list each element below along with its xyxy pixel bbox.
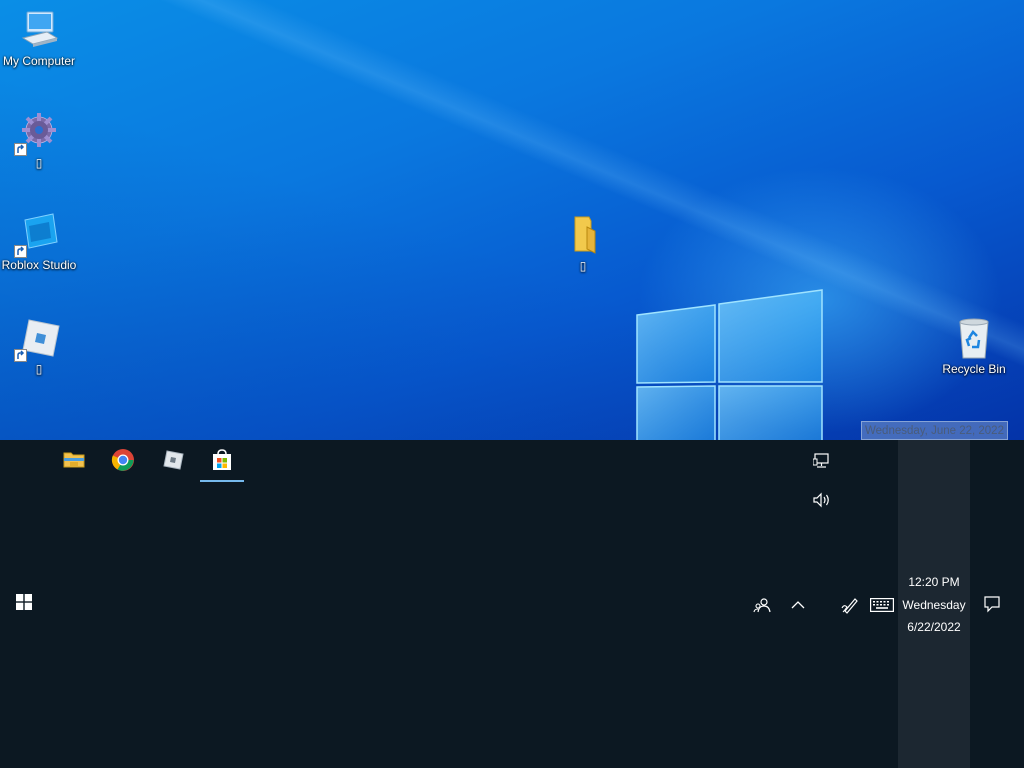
shortcut-arrow-icon	[14, 349, 27, 362]
clock-day: Wednesday	[902, 598, 966, 612]
clock-date: 6/22/2022	[907, 620, 961, 634]
desktop-icon-label: ▯	[579, 259, 587, 273]
volume-icon[interactable]	[806, 489, 838, 511]
network-icon[interactable]	[806, 450, 838, 472]
clock-button[interactable]: 12:20 PM Wednesday 6/22/2022	[898, 440, 970, 768]
folder-icon	[561, 213, 605, 257]
start-button[interactable]	[0, 580, 48, 628]
shortcut-arrow-icon	[14, 245, 27, 258]
taskbar-app-chrome[interactable]	[99, 442, 147, 482]
taskbar-app-file-explorer[interactable]	[50, 442, 98, 482]
action-center-icon[interactable]	[978, 592, 1006, 616]
pen-icon[interactable]	[837, 594, 863, 616]
desktop-icon-recycle-bin[interactable]: Recycle Bin	[935, 316, 1013, 376]
desktop-icon-label: My Computer	[2, 54, 76, 68]
windows-logo-icon	[16, 593, 32, 615]
desktop-icon-settings-shortcut[interactable]: ▯	[0, 110, 78, 170]
desktop-icon-folder[interactable]: ▯	[544, 213, 622, 273]
recycle-bin-icon	[952, 316, 996, 360]
roblox-icon	[161, 448, 185, 477]
keyboard-icon[interactable]	[867, 594, 897, 616]
chevron-up-icon[interactable]	[786, 594, 810, 616]
folder-icon	[62, 448, 86, 477]
store-icon	[210, 448, 234, 477]
desktop-icon-roblox-player[interactable]: ▯	[0, 316, 78, 376]
computer-icon	[17, 8, 61, 52]
taskbar[interactable]: 12:20 PM Wednesday 6/22/2022	[0, 440, 1024, 768]
shortcut-arrow-icon	[14, 143, 27, 156]
roblox-icon	[14, 316, 61, 362]
clock-time: 12:20 PM	[908, 575, 960, 589]
taskbar-app-roblox[interactable]	[149, 442, 197, 482]
wallpaper-windows-logo	[636, 289, 823, 440]
desktop-icon-label: Roblox Studio	[1, 258, 77, 272]
gear-icon	[14, 110, 61, 156]
wallpaper-shade	[0, 0, 1024, 440]
desktop-icon-label: ▯	[35, 362, 43, 376]
desktop-icon-roblox-studio[interactable]: Roblox Studio	[0, 212, 78, 272]
desktop-icon-label: ▯	[35, 156, 43, 170]
roblox-studio-icon	[14, 212, 61, 258]
chrome-icon	[111, 448, 135, 477]
people-icon[interactable]	[748, 594, 776, 616]
taskbar-app-microsoft-store[interactable]	[198, 442, 246, 482]
desktop-icon-my-computer[interactable]: My Computer	[0, 8, 78, 68]
date-tooltip: Wednesday, June 22, 2022	[861, 421, 1008, 440]
desktop[interactable]: My Computer ▯ Roblox Studio ▯ ▯ Recycle …	[0, 0, 1024, 440]
desktop-icon-label: Recycle Bin	[942, 362, 1006, 376]
